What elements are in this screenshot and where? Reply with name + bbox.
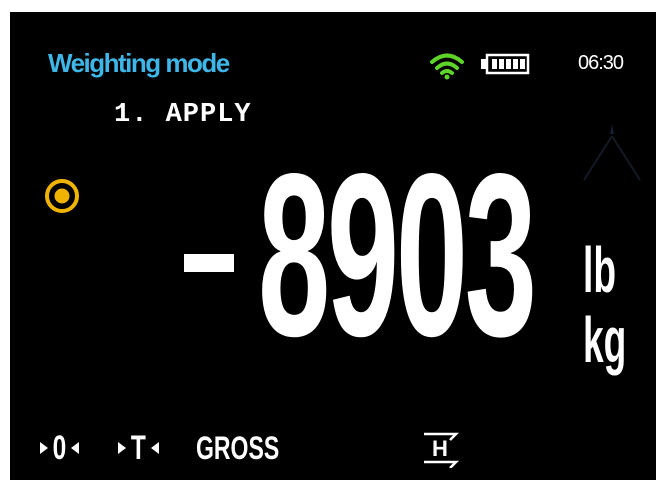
zero-label: 0 (52, 429, 67, 467)
step-prompt: 1. APPLY (114, 100, 252, 130)
unit-kg: kg (583, 304, 627, 376)
arrow-left-icon (70, 442, 79, 454)
gross-indicator: GROSS (196, 430, 280, 466)
unit-lb: lb (583, 234, 616, 306)
clock-time: 06:30 (578, 52, 624, 74)
weight-readout: 8903 (258, 126, 537, 385)
zero-indicator: 0 (40, 428, 79, 468)
tare-indicator: T (118, 428, 159, 468)
arrow-right-icon (118, 442, 126, 454)
arrow-left-icon (150, 442, 159, 454)
hold-icon: H (424, 432, 460, 468)
wifi-icon (430, 53, 464, 80)
battery-icon (481, 53, 530, 75)
tare-label: T (130, 429, 146, 467)
scale-display: Weighting mode 06:30 1. APPLY 8903 lb kg… (10, 12, 656, 480)
hold-label: H (432, 436, 448, 461)
negative-sign (184, 254, 234, 272)
background-watermark-icon (583, 124, 641, 181)
arrow-right-icon (40, 442, 48, 454)
target-icon (45, 179, 79, 213)
mode-title: Weighting mode (48, 48, 230, 78)
